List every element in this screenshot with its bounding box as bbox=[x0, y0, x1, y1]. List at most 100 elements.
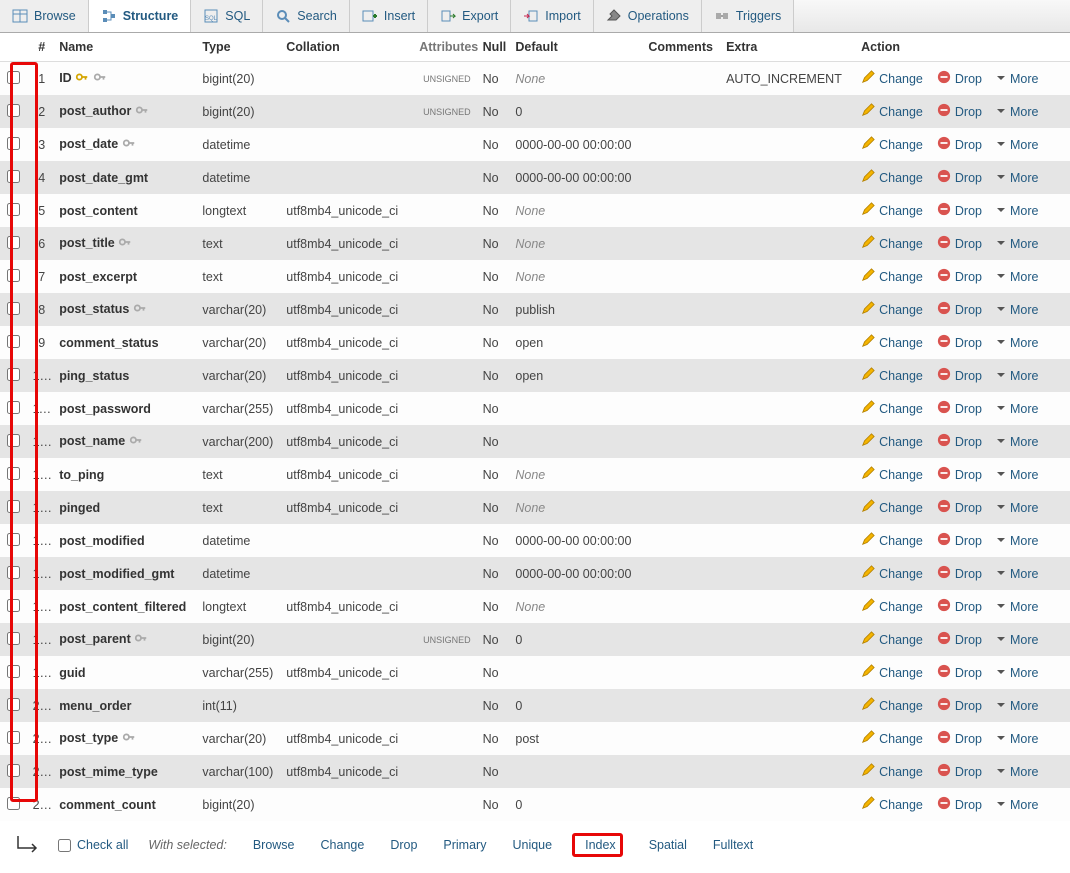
tab-triggers[interactable]: Triggers bbox=[702, 0, 794, 32]
row-checkbox[interactable] bbox=[7, 533, 20, 546]
drop-link[interactable]: Drop bbox=[937, 499, 982, 516]
change-link[interactable]: Change bbox=[861, 796, 923, 813]
bulk-primary[interactable]: Primary bbox=[437, 838, 486, 852]
drop-link[interactable]: Drop bbox=[937, 664, 982, 681]
change-link[interactable]: Change bbox=[861, 70, 923, 87]
drop-link[interactable]: Drop bbox=[937, 367, 982, 384]
row-checkbox[interactable] bbox=[7, 434, 20, 447]
row-checkbox[interactable] bbox=[7, 797, 20, 810]
check-all-checkbox[interactable] bbox=[58, 839, 71, 852]
bulk-spatial[interactable]: S Spatial bbox=[643, 838, 687, 852]
drop-link[interactable]: Drop bbox=[937, 565, 982, 582]
more-link[interactable]: More bbox=[996, 798, 1038, 812]
row-checkbox[interactable] bbox=[7, 302, 20, 315]
more-link[interactable]: More bbox=[996, 204, 1038, 218]
drop-link[interactable]: Drop bbox=[937, 466, 982, 483]
more-link[interactable]: More bbox=[996, 600, 1038, 614]
change-link[interactable]: Change bbox=[861, 664, 923, 681]
drop-link[interactable]: Drop bbox=[937, 334, 982, 351]
tab-operations[interactable]: Operations bbox=[594, 0, 702, 32]
more-link[interactable]: More bbox=[996, 369, 1038, 383]
change-link[interactable]: Change bbox=[861, 697, 923, 714]
drop-link[interactable]: Drop bbox=[937, 136, 982, 153]
drop-link[interactable]: Drop bbox=[937, 400, 982, 417]
bulk-fulltext[interactable]: T Fulltext bbox=[707, 838, 753, 852]
check-all[interactable]: Check all bbox=[58, 838, 128, 852]
more-link[interactable]: More bbox=[996, 501, 1038, 515]
tab-structure[interactable]: Structure bbox=[89, 0, 192, 32]
more-link[interactable]: More bbox=[996, 435, 1038, 449]
bulk-index[interactable]: Index bbox=[572, 833, 623, 857]
more-link[interactable]: More bbox=[996, 237, 1038, 251]
change-link[interactable]: Change bbox=[861, 103, 923, 120]
row-checkbox[interactable] bbox=[7, 71, 20, 84]
change-link[interactable]: Change bbox=[861, 730, 923, 747]
change-link[interactable]: Change bbox=[861, 466, 923, 483]
row-checkbox[interactable] bbox=[7, 566, 20, 579]
row-checkbox[interactable] bbox=[7, 137, 20, 150]
more-link[interactable]: More bbox=[996, 567, 1038, 581]
change-link[interactable]: Change bbox=[861, 400, 923, 417]
row-checkbox[interactable] bbox=[7, 764, 20, 777]
row-checkbox[interactable] bbox=[7, 665, 20, 678]
row-checkbox[interactable] bbox=[7, 203, 20, 216]
more-link[interactable]: More bbox=[996, 732, 1038, 746]
change-link[interactable]: Change bbox=[861, 367, 923, 384]
drop-link[interactable]: Drop bbox=[937, 169, 982, 186]
row-checkbox[interactable] bbox=[7, 170, 20, 183]
row-checkbox[interactable] bbox=[7, 599, 20, 612]
row-checkbox[interactable] bbox=[7, 236, 20, 249]
drop-link[interactable]: Drop bbox=[937, 268, 982, 285]
drop-link[interactable]: Drop bbox=[937, 598, 982, 615]
row-checkbox[interactable] bbox=[7, 104, 20, 117]
drop-link[interactable]: Drop bbox=[937, 532, 982, 549]
change-link[interactable]: Change bbox=[861, 598, 923, 615]
more-link[interactable]: More bbox=[996, 468, 1038, 482]
bulk-drop[interactable]: Drop bbox=[384, 838, 417, 852]
row-checkbox[interactable] bbox=[7, 401, 20, 414]
drop-link[interactable]: Drop bbox=[937, 235, 982, 252]
more-link[interactable]: More bbox=[996, 765, 1038, 779]
change-link[interactable]: Change bbox=[861, 334, 923, 351]
change-link[interactable]: Change bbox=[861, 136, 923, 153]
more-link[interactable]: More bbox=[996, 699, 1038, 713]
drop-link[interactable]: Drop bbox=[937, 70, 982, 87]
drop-link[interactable]: Drop bbox=[937, 103, 982, 120]
drop-link[interactable]: Drop bbox=[937, 202, 982, 219]
more-link[interactable]: More bbox=[996, 72, 1038, 86]
change-link[interactable]: Change bbox=[861, 235, 923, 252]
change-link[interactable]: Change bbox=[861, 301, 923, 318]
tab-insert[interactable]: Insert bbox=[350, 0, 428, 32]
row-checkbox[interactable] bbox=[7, 368, 20, 381]
more-link[interactable]: More bbox=[996, 534, 1038, 548]
row-checkbox[interactable] bbox=[7, 500, 20, 513]
change-link[interactable]: Change bbox=[861, 763, 923, 780]
tab-browse[interactable]: Browse bbox=[0, 0, 89, 32]
drop-link[interactable]: Drop bbox=[937, 796, 982, 813]
tab-search[interactable]: Search bbox=[263, 0, 350, 32]
change-link[interactable]: Change bbox=[861, 532, 923, 549]
more-link[interactable]: More bbox=[996, 633, 1038, 647]
drop-link[interactable]: Drop bbox=[937, 301, 982, 318]
change-link[interactable]: Change bbox=[861, 631, 923, 648]
drop-link[interactable]: Drop bbox=[937, 730, 982, 747]
tab-export[interactable]: Export bbox=[428, 0, 511, 32]
change-link[interactable]: Change bbox=[861, 202, 923, 219]
row-checkbox[interactable] bbox=[7, 467, 20, 480]
tab-sql[interactable]: SQLSQL bbox=[191, 0, 263, 32]
row-checkbox[interactable] bbox=[7, 698, 20, 711]
bulk-change[interactable]: Change bbox=[315, 838, 365, 852]
more-link[interactable]: More bbox=[996, 105, 1038, 119]
bulk-unique[interactable]: U Unique bbox=[506, 838, 552, 852]
more-link[interactable]: More bbox=[996, 171, 1038, 185]
change-link[interactable]: Change bbox=[861, 268, 923, 285]
drop-link[interactable]: Drop bbox=[937, 433, 982, 450]
tab-import[interactable]: Import bbox=[511, 0, 593, 32]
row-checkbox[interactable] bbox=[7, 269, 20, 282]
change-link[interactable]: Change bbox=[861, 565, 923, 582]
drop-link[interactable]: Drop bbox=[937, 763, 982, 780]
drop-link[interactable]: Drop bbox=[937, 631, 982, 648]
bulk-browse[interactable]: Browse bbox=[247, 838, 295, 852]
drop-link[interactable]: Drop bbox=[937, 697, 982, 714]
row-checkbox[interactable] bbox=[7, 632, 20, 645]
